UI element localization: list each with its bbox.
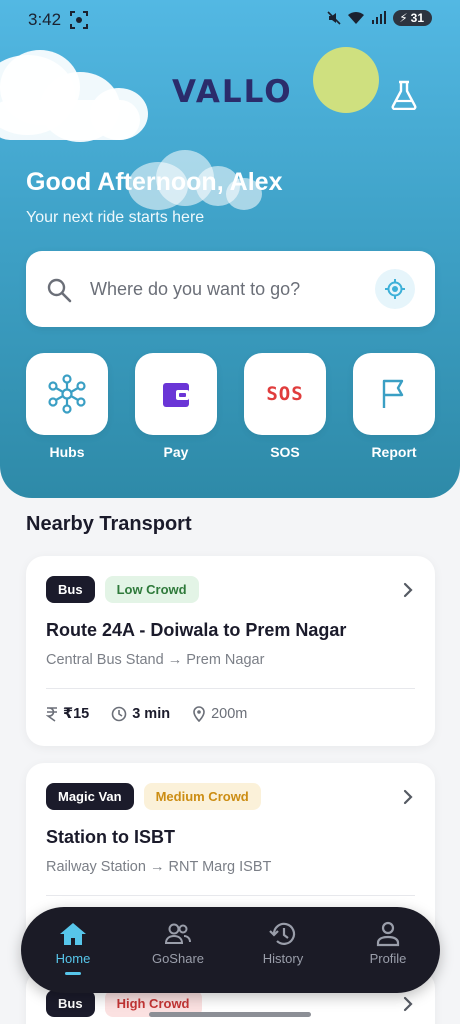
sos-icon: SOS: [266, 383, 304, 405]
card-meta: ₹15 3 min 200m: [46, 706, 247, 722]
chevron-right-icon[interactable]: [401, 788, 415, 806]
history-icon: [269, 922, 296, 945]
nav-label: History: [262, 951, 304, 966]
battery-level: 31: [410, 11, 424, 25]
eta-value: 3 min: [132, 706, 171, 722]
route-stops: Railway Station → RNT Marg ISBT: [46, 859, 271, 875]
mute-icon: [327, 11, 341, 25]
quick-action-sos[interactable]: SOS: [244, 353, 326, 435]
person-icon: [376, 921, 400, 947]
chevron-right-icon[interactable]: [401, 995, 415, 1013]
quick-action-label: Hubs: [49, 444, 85, 460]
status-icons: ⚡ 31: [327, 10, 432, 26]
quick-action-label: Pay: [163, 444, 189, 460]
status-bar: 3:42 ⚡ 31: [0, 0, 460, 40]
hero-header: 3:42 ⚡ 31 VALLO Good Afternoon, Alex You…: [0, 0, 460, 498]
nav-label: GoShare: [151, 951, 205, 966]
vehicle-type-badge: Bus: [46, 990, 95, 1017]
fare-info: ₹15: [46, 706, 89, 722]
locate-icon: [385, 279, 405, 299]
vehicle-type-badge: Magic Van: [46, 783, 134, 810]
active-indicator: [65, 972, 81, 975]
screen-record-icon: [70, 11, 88, 29]
transport-card[interactable]: Bus Low Crowd Route 24A - Doiwala to Pre…: [26, 556, 435, 746]
quick-action-label: Report: [371, 444, 417, 460]
nav-goshare[interactable]: GoShare: [133, 921, 223, 966]
quick-action-hubs[interactable]: [26, 353, 108, 435]
wallet-icon: [163, 383, 189, 407]
card-badges: Magic Van Medium Crowd: [46, 783, 261, 810]
flag-icon: [382, 379, 404, 408]
eta-info: 3 min: [111, 706, 170, 722]
search-bar[interactable]: Where do you want to go?: [26, 251, 435, 327]
hub-network-icon: [48, 374, 86, 414]
flask-icon[interactable]: [390, 80, 418, 110]
route-title: Route 24A - Doiwala to Prem Nagar: [46, 620, 347, 640]
section-title: Nearby Transport: [26, 513, 192, 535]
crowd-badge: Medium Crowd: [143, 783, 261, 810]
search-icon: [47, 278, 72, 303]
signal-icon: [372, 11, 387, 24]
greeting-title: Good Afternoon, Alex: [26, 168, 283, 196]
nav-home[interactable]: Home: [28, 921, 118, 975]
gesture-bar[interactable]: [149, 1012, 311, 1017]
route-stops: Central Bus Stand → Prem Nagar: [46, 652, 264, 668]
route-arrow: →: [149, 859, 165, 875]
card-badges: Bus Low Crowd: [46, 576, 199, 603]
fare-value: ₹15: [63, 706, 90, 722]
greeting-subtitle: Your next ride starts here: [26, 209, 205, 226]
card-divider: [46, 688, 415, 689]
nav-profile[interactable]: Profile: [343, 921, 433, 966]
route-arrow: →: [167, 652, 183, 668]
app-logo: VALLO: [172, 74, 293, 110]
bottom-nav: Home GoShare History Profile: [21, 907, 440, 993]
quick-action-pay[interactable]: [135, 353, 217, 435]
people-icon: [164, 923, 191, 944]
nav-label: Profile: [369, 951, 407, 966]
distance-info: 200m: [192, 706, 247, 722]
route-from: Railway Station: [46, 859, 146, 875]
status-time: 3:42: [28, 10, 62, 29]
nav-label: Home: [55, 951, 91, 966]
battery-indicator: ⚡ 31: [393, 10, 432, 26]
card-divider: [46, 895, 415, 896]
clock-icon: [111, 706, 127, 722]
home-icon: [60, 923, 86, 945]
crowd-badge: Low Crowd: [104, 576, 199, 603]
distance-value: 200m: [211, 706, 248, 722]
quick-action-report[interactable]: [353, 353, 435, 435]
search-input[interactable]: Where do you want to go?: [90, 279, 300, 300]
current-location-button[interactable]: [375, 269, 415, 309]
route-from: Central Bus Stand: [46, 652, 164, 668]
location-pin-icon: [193, 706, 205, 722]
quick-action-label: SOS: [270, 444, 300, 460]
wifi-icon: [348, 11, 365, 24]
battery-bolt-icon: ⚡: [399, 11, 408, 25]
cloud-decoration: [0, 100, 140, 140]
rupee-icon: [46, 707, 57, 722]
sun-decoration: [313, 47, 379, 113]
vehicle-type-badge: Bus: [46, 576, 95, 603]
route-to: RNT Marg ISBT: [168, 859, 272, 875]
chevron-right-icon[interactable]: [401, 581, 415, 599]
nav-history[interactable]: History: [238, 921, 328, 966]
route-to: Prem Nagar: [186, 652, 265, 668]
route-title: Station to ISBT: [46, 827, 175, 847]
